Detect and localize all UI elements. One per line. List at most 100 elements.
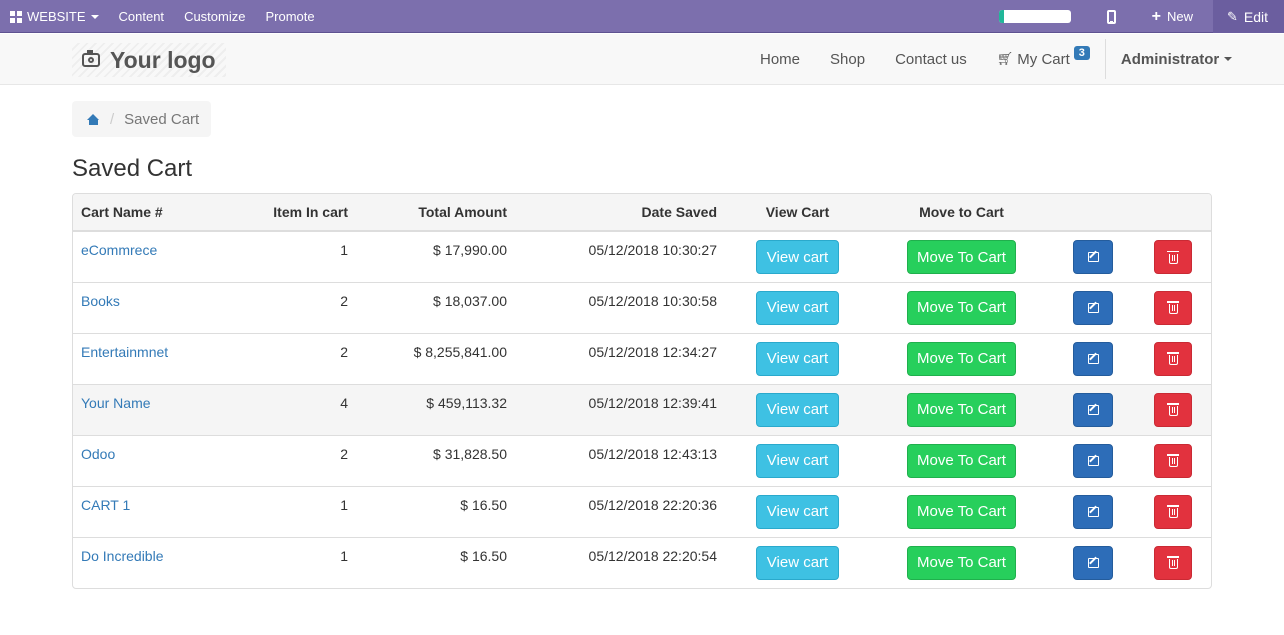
- edit-cart-button[interactable]: [1073, 392, 1113, 427]
- promote-menu[interactable]: Promote: [255, 0, 324, 33]
- mobile-preview-icon[interactable]: [1106, 9, 1116, 24]
- view-cart-button[interactable]: View cart: [756, 545, 839, 580]
- items-cell: 2: [213, 281, 356, 333]
- edit-icon: [1087, 404, 1099, 415]
- camera-icon: [82, 50, 100, 67]
- edit-label: Edit: [1243, 8, 1268, 25]
- items-cell: 2: [213, 434, 356, 486]
- col-header-delete: [1133, 194, 1211, 232]
- view-cart-button[interactable]: View cart: [756, 290, 839, 325]
- view-cart-button[interactable]: View cart: [756, 443, 839, 478]
- view-cart-cell: View cart: [725, 231, 870, 282]
- move-to-cart-button[interactable]: Move To Cart: [907, 240, 1016, 274]
- delete-cart-button[interactable]: [1154, 290, 1192, 325]
- date-saved-cell: 05/12/2018 10:30:58: [515, 281, 725, 333]
- new-button[interactable]: + New: [1142, 0, 1203, 33]
- main-nav: Home Shop Contact us 🛒︎ My Cart 3 Admini…: [745, 34, 1247, 84]
- edit-cart-button[interactable]: [1073, 341, 1113, 376]
- view-cart-button[interactable]: View cart: [756, 494, 839, 529]
- col-header-total: Total Amount: [356, 194, 515, 232]
- nav-home[interactable]: Home: [745, 51, 815, 68]
- delete-cart-button[interactable]: [1154, 392, 1192, 427]
- cart-name-link[interactable]: Books: [81, 293, 120, 309]
- cart-name-link[interactable]: CART 1: [81, 497, 130, 513]
- cart-name-link[interactable]: Do Incredible: [81, 548, 164, 564]
- date-saved-cell: 05/12/2018 12:43:13: [515, 434, 725, 486]
- user-menu[interactable]: Administrator: [1106, 51, 1247, 68]
- move-to-cart-button[interactable]: Move To Cart: [907, 494, 1016, 529]
- cart-name-link[interactable]: Your Name: [81, 395, 151, 411]
- edit-cart-button[interactable]: [1073, 443, 1113, 478]
- items-cell: 4: [213, 383, 356, 435]
- date-saved-cell: 05/12/2018 22:20:54: [515, 536, 725, 588]
- move-to-cart-button[interactable]: Move To Cart: [907, 392, 1016, 427]
- edit-cart-button[interactable]: [1073, 290, 1113, 325]
- cart-name-link[interactable]: eCommrece: [81, 242, 157, 258]
- cart-name-cell: CART 1: [73, 485, 213, 537]
- new-label: New: [1166, 9, 1193, 24]
- nav-shop[interactable]: Shop: [815, 51, 880, 68]
- nav-my-cart[interactable]: 🛒︎ My Cart 3: [982, 46, 1105, 68]
- delete-cart-button[interactable]: [1154, 240, 1192, 274]
- edit-cell: [1053, 231, 1133, 282]
- total-amount-cell: $ 16.50: [356, 536, 515, 588]
- total-amount-cell: $ 31,828.50: [356, 434, 515, 486]
- edit-button[interactable]: ✎ Edit: [1212, 0, 1284, 33]
- view-cart-button[interactable]: View cart: [756, 341, 839, 376]
- delete-cart-button[interactable]: [1154, 341, 1192, 376]
- nav-contact[interactable]: Contact us: [880, 51, 982, 68]
- move-to-cart-button[interactable]: Move To Cart: [907, 341, 1016, 376]
- logo-text: Your logo: [110, 46, 216, 73]
- edit-cart-button[interactable]: [1073, 494, 1113, 529]
- total-amount-cell: $ 17,990.00: [433, 242, 507, 258]
- col-header-items: Item In cart: [213, 194, 356, 232]
- move-to-cart-cell: Move To Cart: [870, 231, 1053, 282]
- delete-cart-button[interactable]: [1154, 545, 1192, 580]
- trash-icon: [1166, 250, 1179, 264]
- total-amount-cell: $ 18,037.00: [356, 281, 515, 333]
- col-header-edit: [1053, 194, 1133, 232]
- edit-cell: [1053, 485, 1133, 537]
- col-header-date: Date Saved: [515, 194, 725, 232]
- delete-cart-button[interactable]: [1154, 494, 1192, 529]
- move-to-cart-cell: Move To Cart: [870, 485, 1053, 537]
- col-header-view: View Cart: [725, 194, 870, 232]
- view-cart-button[interactable]: View cart: [756, 240, 839, 274]
- trash-icon: [1166, 454, 1179, 467]
- move-to-cart-button[interactable]: Move To Cart: [907, 545, 1016, 580]
- trash-icon: [1166, 556, 1179, 569]
- edit-icon: [1087, 455, 1099, 466]
- edit-cell: [1053, 332, 1133, 384]
- website-menu[interactable]: WEBSITE: [0, 0, 109, 33]
- date-saved-cell: 05/12/2018 10:30:27: [588, 242, 717, 258]
- edit-cart-button[interactable]: [1073, 240, 1113, 274]
- edit-icon: [1087, 302, 1099, 313]
- trash-icon: [1166, 403, 1179, 416]
- delete-cart-button[interactable]: [1154, 443, 1192, 478]
- total-amount-cell: $ 8,255,841.00: [356, 332, 515, 384]
- cart-name-link[interactable]: Odoo: [81, 446, 115, 462]
- move-to-cart-cell: Move To Cart: [870, 332, 1053, 384]
- cart-count-badge: 3: [1073, 46, 1090, 60]
- delete-cell: [1133, 536, 1211, 588]
- col-header-name: Cart Name #: [73, 194, 213, 232]
- edit-icon: [1087, 557, 1099, 568]
- items-cell: 2: [213, 332, 356, 384]
- customize-menu[interactable]: Customize: [174, 0, 255, 33]
- apps-grid-icon: [10, 10, 22, 23]
- pencil-icon: ✎: [1226, 8, 1238, 24]
- website-progress-bar: [998, 10, 1071, 23]
- move-to-cart-button[interactable]: Move To Cart: [907, 290, 1016, 325]
- delete-cell: [1133, 281, 1211, 333]
- move-to-cart-button[interactable]: Move To Cart: [907, 443, 1016, 478]
- home-icon[interactable]: [87, 113, 100, 125]
- site-logo[interactable]: Your logo: [72, 43, 226, 77]
- edit-cart-button[interactable]: [1073, 545, 1113, 580]
- cart-name-link[interactable]: Entertainmnet: [81, 344, 168, 360]
- view-cart-button[interactable]: View cart: [756, 392, 839, 427]
- breadcrumb-separator: /: [110, 110, 115, 128]
- cart-name-cell: Odoo: [73, 434, 213, 486]
- table-row: eCommrece 1 $ 17,990.00 05/12/2018 10:30:27…: [73, 231, 1211, 282]
- content-menu[interactable]: Content: [109, 0, 175, 33]
- view-cart-cell: View cart: [725, 536, 870, 588]
